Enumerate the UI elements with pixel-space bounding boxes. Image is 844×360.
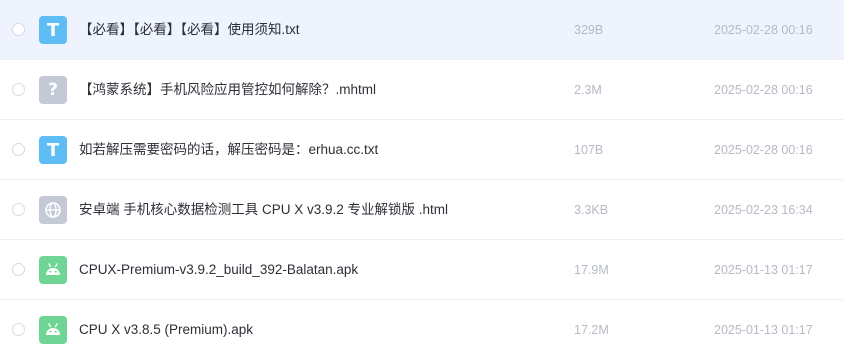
file-date: 2025-01-13 01:17 [714,323,813,337]
file-name[interactable]: CPU X v3.8.5 (Premium).apk [79,321,253,339]
file-date: 2025-02-28 00:16 [714,83,813,97]
row-checkbox[interactable] [12,143,25,156]
file-name[interactable]: 【必看】【必看】【必看】使用须知.txt [79,21,300,39]
android-icon [39,316,67,344]
file-date: 2025-02-28 00:16 [714,143,813,157]
file-date: 2025-02-28 00:16 [714,23,813,37]
globe-icon [39,196,67,224]
row-checkbox[interactable] [12,323,25,336]
android-icon [39,256,67,284]
file-size: 2.3M [574,83,602,97]
file-list: T 【必看】【必看】【必看】使用须知.txt 329B 2025-02-28 0… [0,0,844,360]
file-row[interactable]: ? 【鸿蒙系统】手机风险应用管控如何解除？.mhtml 2.3M 2025-02… [0,60,844,120]
row-checkbox[interactable] [12,263,25,276]
row-checkbox[interactable] [12,83,25,96]
row-checkbox[interactable] [12,203,25,216]
file-row[interactable]: 安卓端 手机核心数据检测工具 CPU X v3.9.2 专业解锁版 .html … [0,180,844,240]
file-name[interactable]: 【鸿蒙系统】手机风险应用管控如何解除？.mhtml [79,81,376,99]
file-size: 329B [574,23,604,37]
file-size: 3.3KB [574,203,609,217]
text-file-icon: T [39,136,67,164]
file-size: 17.9M [574,263,609,277]
file-size: 107B [574,143,604,157]
file-name[interactable]: 如若解压需要密码的话，解压密码是：erhua.cc.txt [79,141,378,159]
file-row[interactable]: T 如若解压需要密码的话，解压密码是：erhua.cc.txt 107B 202… [0,120,844,180]
unknown-file-icon: ? [39,76,67,104]
file-date: 2025-02-23 16:34 [714,203,813,217]
file-size: 17.2M [574,323,609,337]
row-checkbox[interactable] [12,23,25,36]
file-row[interactable]: CPUX-Premium-v3.9.2_build_392-Balatan.ap… [0,240,844,300]
file-row[interactable]: T 【必看】【必看】【必看】使用须知.txt 329B 2025-02-28 0… [0,0,844,60]
file-name[interactable]: 安卓端 手机核心数据检测工具 CPU X v3.9.2 专业解锁版 .html [79,201,448,219]
file-row[interactable]: CPU X v3.8.5 (Premium).apk 17.2M 2025-01… [0,300,844,360]
text-file-icon: T [39,16,67,44]
file-name[interactable]: CPUX-Premium-v3.9.2_build_392-Balatan.ap… [79,261,358,279]
file-date: 2025-01-13 01:17 [714,263,813,277]
